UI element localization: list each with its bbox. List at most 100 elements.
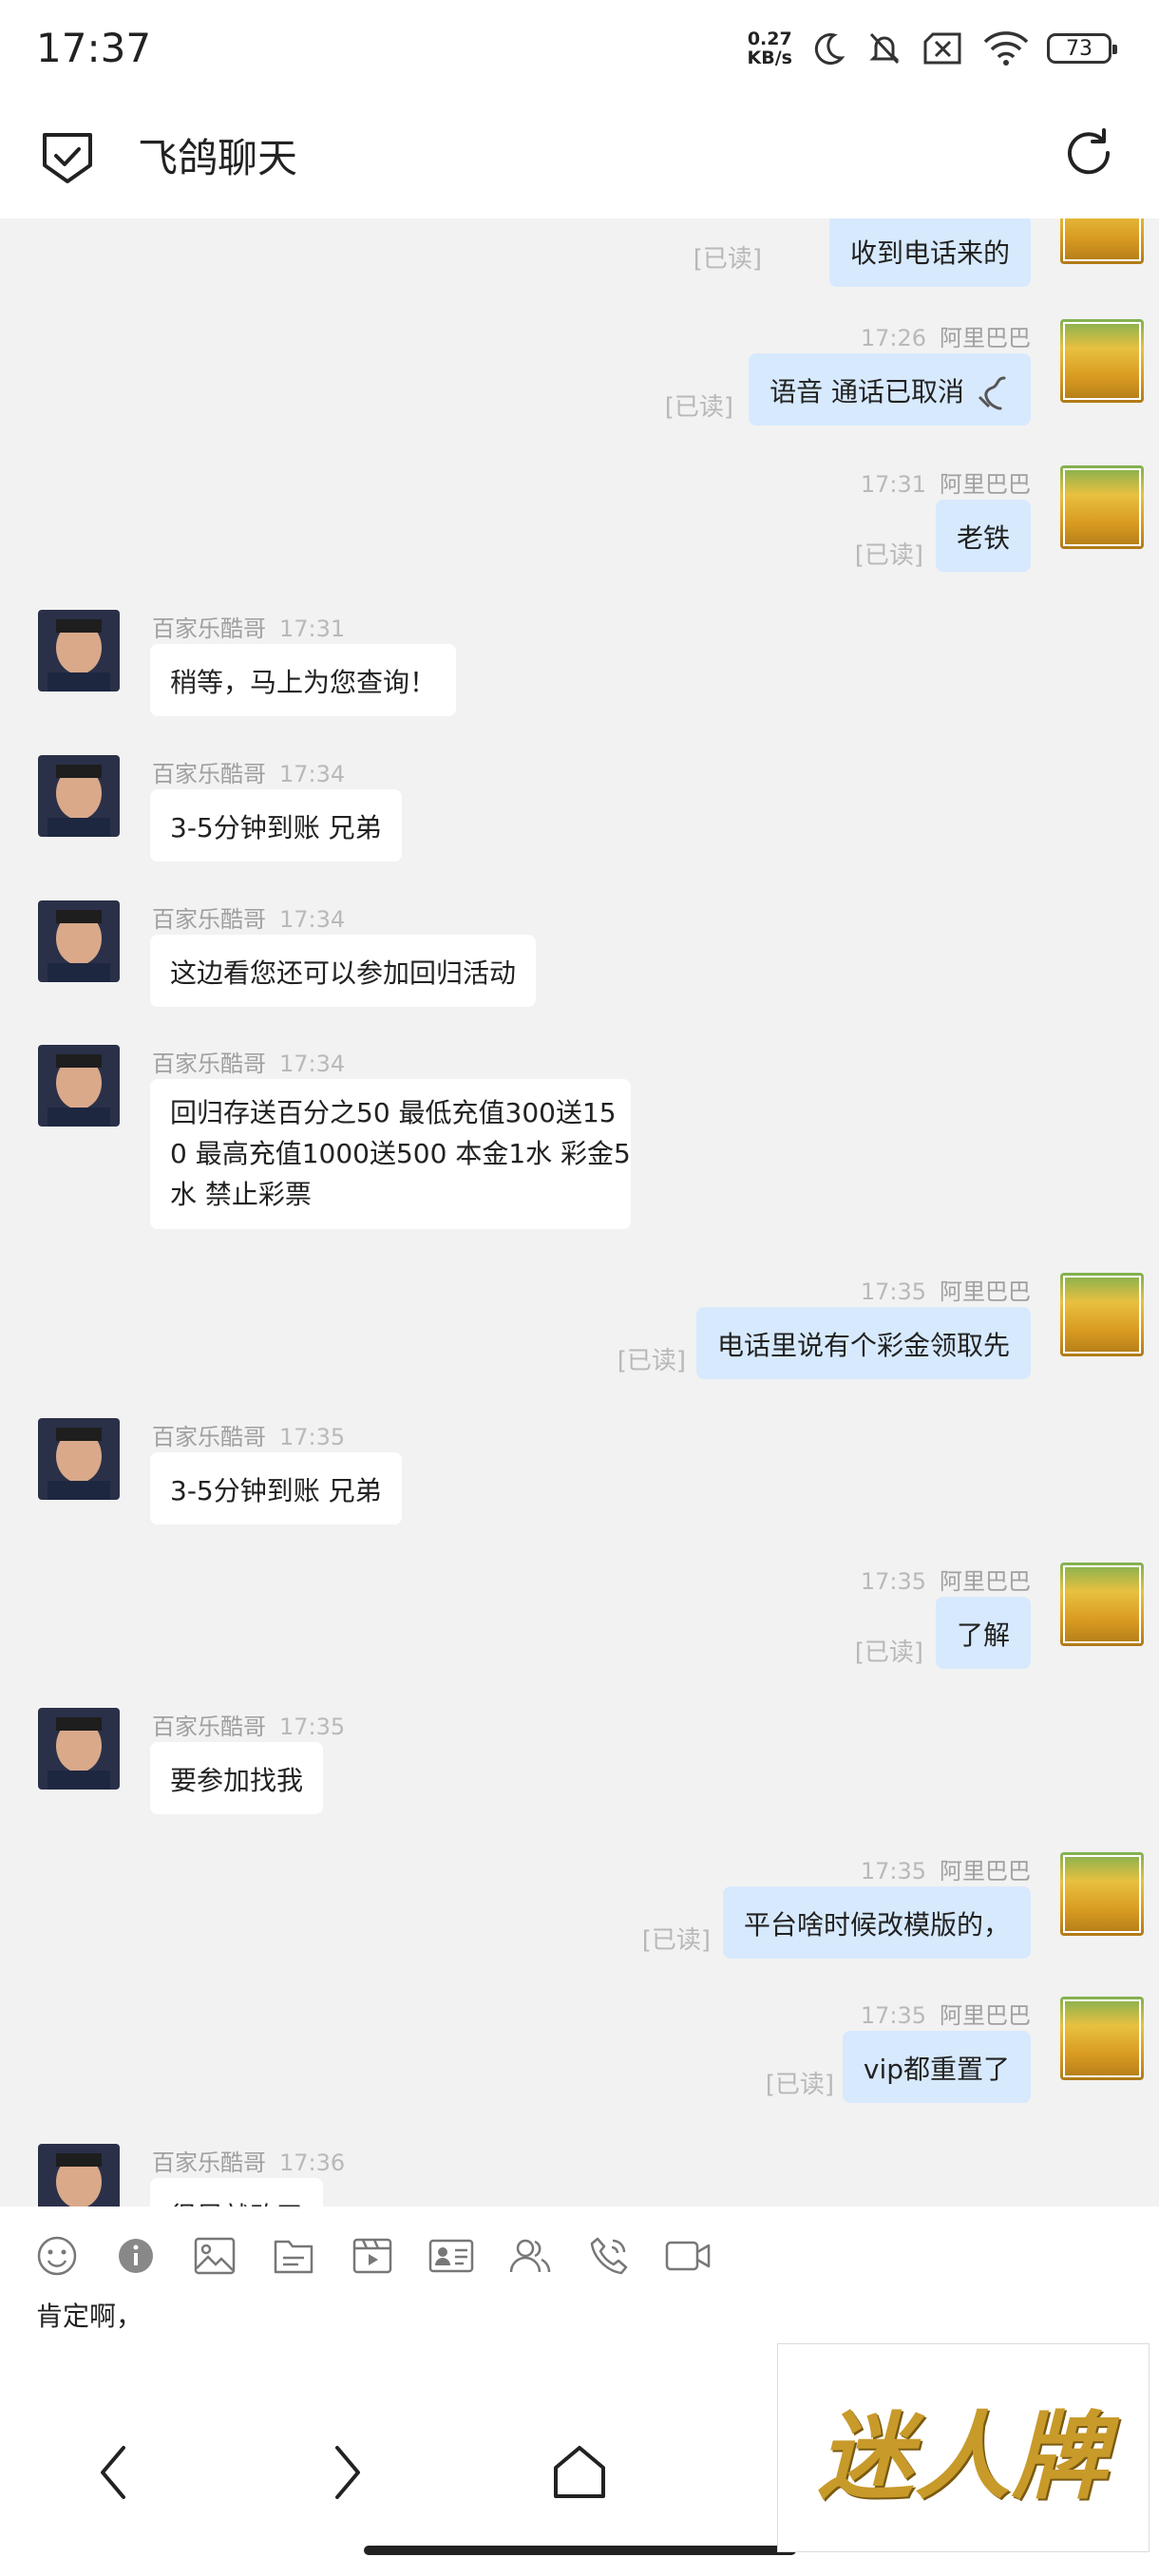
sender-name: 百家乐酷哥 xyxy=(152,616,266,642)
sender-name: 阿里巴巴 xyxy=(940,325,1031,351)
message-bubble[interactable]: 要参加找我 xyxy=(150,1742,324,1814)
home-icon xyxy=(554,2446,605,2498)
message-bubble[interactable]: 3-5分钟到账 兄弟 xyxy=(150,1452,402,1525)
read-receipt: [已读] xyxy=(854,1638,923,1667)
message-line: 0 最高充值1000送500 本金1水 彩金5 xyxy=(170,1138,631,1169)
home-indicator[interactable] xyxy=(364,2546,796,2555)
user-avatar[interactable] xyxy=(1060,319,1144,403)
sender-name: 百家乐酷哥 xyxy=(152,906,266,933)
contact-avatar[interactable] xyxy=(38,1045,120,1127)
user-avatar[interactable] xyxy=(1060,1273,1144,1356)
message-time: 17:35 xyxy=(860,1279,926,1305)
contact-avatar[interactable] xyxy=(38,1418,120,1500)
read-receipt: [已读] xyxy=(664,393,733,422)
sender-name: 阿里巴巴 xyxy=(940,471,1031,498)
user-avatar[interactable] xyxy=(1060,218,1144,264)
info-button[interactable] xyxy=(107,2231,164,2281)
message-meta: 17:35 阿里巴巴 xyxy=(861,1563,1031,1596)
message-time: 17:26 xyxy=(860,325,926,351)
message-bubble[interactable]: 收到电话来的 xyxy=(828,218,1031,287)
contact-avatar[interactable] xyxy=(38,900,120,982)
moon-icon xyxy=(814,33,846,66)
message-time: 17:35 xyxy=(279,1424,346,1450)
message-time: 17:36 xyxy=(279,2150,346,2176)
message-time: 17:31 xyxy=(279,616,346,642)
message-meta: 百家乐酷哥 17:36 xyxy=(152,2144,345,2177)
message-bubble[interactable]: 这边看您还可以参加回归活动 xyxy=(150,935,537,1007)
video-clip-button[interactable] xyxy=(344,2231,401,2281)
message-meta: 百家乐酷哥 17:34 xyxy=(152,900,345,934)
message-time: 17:35 xyxy=(860,2002,926,2029)
contact-avatar[interactable] xyxy=(38,1708,120,1790)
message-bubble[interactable]: 3-5分钟到账 兄弟 xyxy=(150,789,402,862)
read-receipt: [已读] xyxy=(617,1347,686,1375)
phone-call-icon xyxy=(590,2237,628,2275)
sender-name: 阿里巴巴 xyxy=(940,1279,1031,1305)
message-meta: 百家乐酷哥 17:35 xyxy=(152,1418,345,1451)
chevron-right-icon xyxy=(335,2446,360,2499)
message-meta: 17:31 阿里巴巴 xyxy=(861,465,1031,499)
message-time: 17:35 xyxy=(860,1568,926,1595)
video-call-icon xyxy=(665,2241,711,2271)
file-button[interactable] xyxy=(265,2231,322,2281)
image-icon xyxy=(194,2237,236,2275)
image-button[interactable] xyxy=(186,2231,243,2281)
voice-call-button[interactable] xyxy=(580,2231,637,2281)
message-time: 17:34 xyxy=(279,906,346,933)
contact-avatar[interactable] xyxy=(38,610,120,691)
status-bar: 17:37 0.27 KB/s 73 xyxy=(0,0,1159,100)
composer-toolbar xyxy=(28,2227,738,2284)
back-button[interactable] xyxy=(76,2434,152,2510)
battery-indicator: 73 xyxy=(1047,33,1117,64)
wifi-icon xyxy=(983,31,1029,66)
message-bubble[interactable]: 语音 通话已取消 xyxy=(749,353,1031,426)
message-bubble[interactable]: 稍等，马上为您查询！ xyxy=(150,644,457,716)
message-time: 17:31 xyxy=(860,471,926,498)
group-icon xyxy=(509,2239,551,2273)
message-line: 回归存送百分之50 最低充值300送15 xyxy=(170,1097,617,1128)
user-avatar[interactable] xyxy=(1060,1997,1144,2080)
message-bubble[interactable]: 电话里说有个彩金领取先 xyxy=(695,1307,1031,1379)
user-avatar[interactable] xyxy=(1060,1852,1144,1936)
message-time: 17:34 xyxy=(279,761,346,787)
emoji-button[interactable] xyxy=(28,2231,86,2281)
message-time: 17:34 xyxy=(279,1051,346,1077)
home-button[interactable] xyxy=(542,2434,618,2510)
message-bubble[interactable]: 平台啥时候改模版的， xyxy=(722,1886,1031,1959)
contact-avatar[interactable] xyxy=(38,755,120,837)
user-avatar[interactable] xyxy=(1060,1563,1144,1646)
message-meta: 百家乐酷哥 17:31 xyxy=(152,610,345,643)
watermark-text: 迷人牌 xyxy=(818,2399,1109,2512)
status-time: 17:37 xyxy=(36,25,152,71)
shield-check-icon[interactable] xyxy=(40,126,95,187)
network-speed: 0.27 KB/s xyxy=(748,29,792,67)
message-bubble[interactable]: vip都重置了 xyxy=(842,2031,1031,2103)
message-bubble[interactable]: 回归存送百分之50 最低充值300送15 0 最高充值1000送500 本金1水… xyxy=(150,1079,631,1229)
message-bubble[interactable]: 很早就改了 xyxy=(150,2178,324,2207)
message-bubble[interactable]: 了解 xyxy=(935,1597,1031,1669)
message-line: 水 禁止彩票 xyxy=(170,1179,312,1210)
read-receipt: [已读] xyxy=(854,541,923,570)
chat-messages[interactable]: [已读] 收到电话来的 17:26 阿里巴巴 [已读] 语音 通话已取消 17:3… xyxy=(0,218,1159,2207)
read-receipt: [已读] xyxy=(765,2071,834,2099)
forward-button[interactable] xyxy=(309,2434,385,2510)
sender-name: 阿里巴巴 xyxy=(940,1568,1031,1595)
sender-name: 阿里巴巴 xyxy=(940,1858,1031,1885)
user-avatar[interactable] xyxy=(1060,465,1144,549)
sender-name: 百家乐酷哥 xyxy=(152,1714,266,1740)
message-time: 17:35 xyxy=(279,1714,346,1740)
message-input[interactable]: 肯定啊， xyxy=(36,2296,142,2334)
video-call-button[interactable] xyxy=(659,2231,716,2281)
message-meta: 17:35 阿里巴巴 xyxy=(861,1997,1031,2030)
group-button[interactable] xyxy=(502,2231,559,2281)
message-meta: 百家乐酷哥 17:35 xyxy=(152,1708,345,1741)
contact-card-icon xyxy=(428,2239,474,2273)
contact-card-button[interactable] xyxy=(423,2231,480,2281)
sim-off-icon xyxy=(923,32,961,65)
network-speed-value: 0.27 xyxy=(747,28,792,49)
emoji-icon xyxy=(37,2236,77,2276)
message-bubble[interactable]: 老铁 xyxy=(935,500,1031,572)
refresh-icon[interactable] xyxy=(1060,124,1117,181)
contact-avatar[interactable] xyxy=(38,2144,120,2207)
network-speed-unit: KB/s xyxy=(747,47,792,68)
